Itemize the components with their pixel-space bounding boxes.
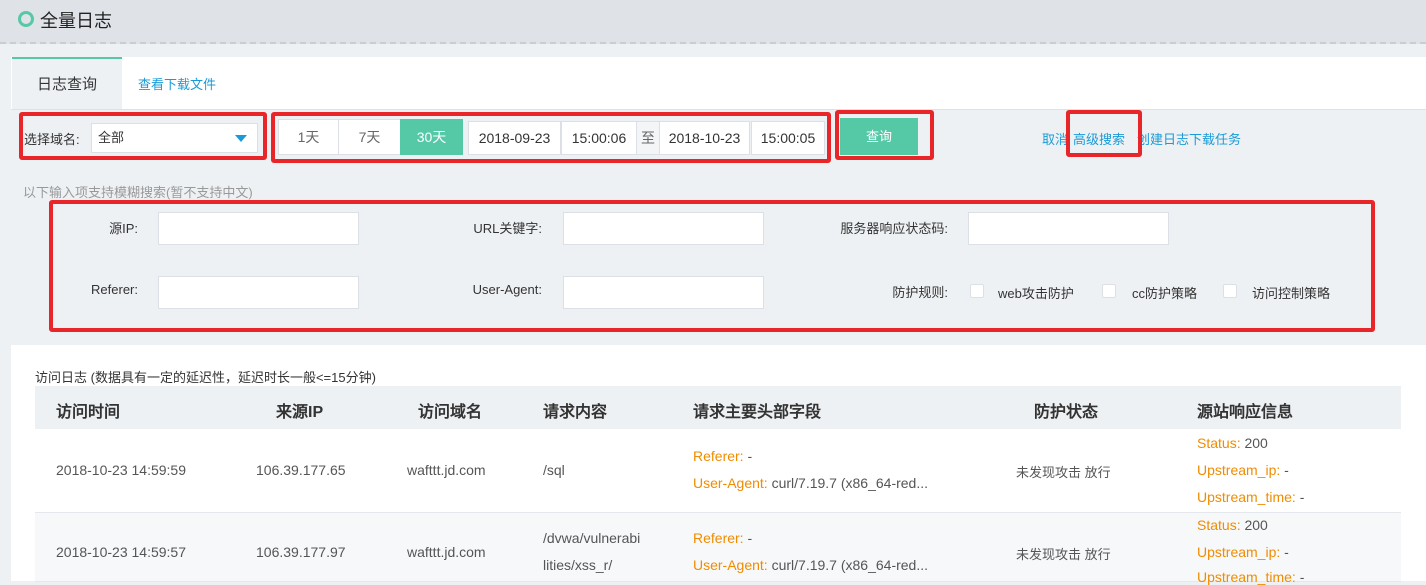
cell-protect-status: 未发现攻击 放行 (1016, 547, 1111, 562)
start-date-input[interactable]: 2018-09-23 (468, 121, 561, 155)
column-header: 访问域名 (418, 404, 483, 421)
rule-access-control-label: 访问控制策略 (1252, 286, 1331, 301)
cell-upstream-time: Upstream_time: - (1197, 489, 1305, 505)
chevron-down-icon (235, 135, 247, 142)
cell-referer: Referer: - (693, 530, 753, 546)
end-date-input[interactable]: 2018-10-23 (659, 121, 750, 155)
cell-request: /dvwa/vulnerabi (543, 530, 641, 546)
column-header: 请求内容 (543, 404, 608, 421)
column-header: 源站响应信息 (1197, 404, 1294, 421)
domain-select[interactable]: 全部 (91, 123, 258, 153)
create-download-task-link[interactable]: 创建日志下载任务 (1137, 129, 1241, 148)
status-ring-icon (18, 11, 34, 27)
table-caption: 访问日志 (数据具有一定的延迟性，延迟时长一般<=15分钟) (35, 370, 376, 385)
fuzzy-search-hint: 以下输入项支持模糊搜索(暂不支持中文) (23, 185, 253, 200)
referer-input[interactable] (158, 276, 359, 309)
cell-upstream-ip: Upstream_ip: - (1197, 462, 1289, 478)
source-ip-label: 源IP: (109, 221, 138, 236)
rule-cc-label: cc防护策略 (1132, 286, 1198, 301)
cell-domain: wafttt.jd.com (407, 462, 486, 478)
cell-time: 2018-10-23 14:59:57 (56, 544, 186, 560)
column-header: 来源IP (276, 404, 324, 421)
end-time-input[interactable]: 15:00:05 (751, 121, 825, 155)
page-title: 全量日志 (40, 11, 112, 31)
cell-domain: wafttt.jd.com (407, 544, 486, 560)
column-header: 请求主要头部字段 (693, 404, 822, 421)
cell-time: 2018-10-23 14:59:59 (56, 462, 186, 478)
referer-label: Referer: (91, 282, 138, 297)
cell-user-agent: User-Agent: curl/7.19.7 (x86_64-red... (693, 475, 929, 491)
advanced-search-link[interactable]: 高级搜索 (1073, 129, 1125, 148)
range-30day-button[interactable]: 30天 (400, 119, 463, 155)
column-header: 访问时间 (56, 404, 121, 421)
source-ip-input[interactable] (158, 212, 359, 245)
cell-user-agent: User-Agent: curl/7.19.7 (x86_64-red... (693, 557, 929, 573)
rule-access-control-checkbox[interactable] (1223, 284, 1237, 298)
domain-select-value: 全部 (98, 130, 125, 145)
tab-bar (11, 57, 1426, 110)
column-header: 防护状态 (1034, 404, 1099, 421)
cell-upstream-ip: Upstream_ip: - (1197, 544, 1289, 560)
start-time-input[interactable]: 15:00:06 (561, 121, 637, 155)
query-button[interactable]: 查询 (840, 118, 918, 155)
cell-request: /sql (543, 462, 565, 478)
url-keyword-input[interactable] (563, 212, 764, 245)
tab-log-query[interactable]: 日志查询 (12, 57, 122, 109)
tab-view-downloads[interactable]: 查看下载文件 (138, 74, 216, 93)
user-agent-input[interactable] (563, 276, 764, 309)
rule-web-attack-label: web攻击防护 (998, 286, 1074, 301)
cell-status: Status: 200 (1197, 517, 1268, 533)
cancel-link[interactable]: 取消 (1042, 129, 1068, 148)
cell-referer: Referer: - (693, 448, 753, 464)
cell-request-cont: lities/xss_r/ (543, 557, 613, 573)
domain-select-label: 选择域名: (24, 132, 80, 147)
cell-ip: 106.39.177.97 (256, 544, 346, 560)
user-agent-label: User-Agent: (472, 282, 542, 297)
cell-protect-status: 未发现攻击 放行 (1016, 465, 1111, 480)
url-keyword-label: URL关键字: (473, 221, 542, 236)
cell-upstream-time: Upstream_time: - (1197, 569, 1305, 585)
status-code-label: 服务器响应状态码: (840, 221, 948, 236)
range-1day-button[interactable]: 1天 (278, 119, 339, 155)
status-code-input[interactable] (968, 212, 1169, 245)
cell-ip: 106.39.177.65 (256, 462, 346, 478)
range-separator: 至 (637, 121, 659, 155)
protect-rule-label: 防护规则: (892, 285, 948, 300)
rule-web-attack-checkbox[interactable] (970, 284, 984, 298)
page-header (0, 0, 1426, 44)
range-7day-button[interactable]: 7天 (338, 119, 401, 155)
rule-cc-checkbox[interactable] (1102, 284, 1116, 298)
cell-status: Status: 200 (1197, 435, 1268, 451)
